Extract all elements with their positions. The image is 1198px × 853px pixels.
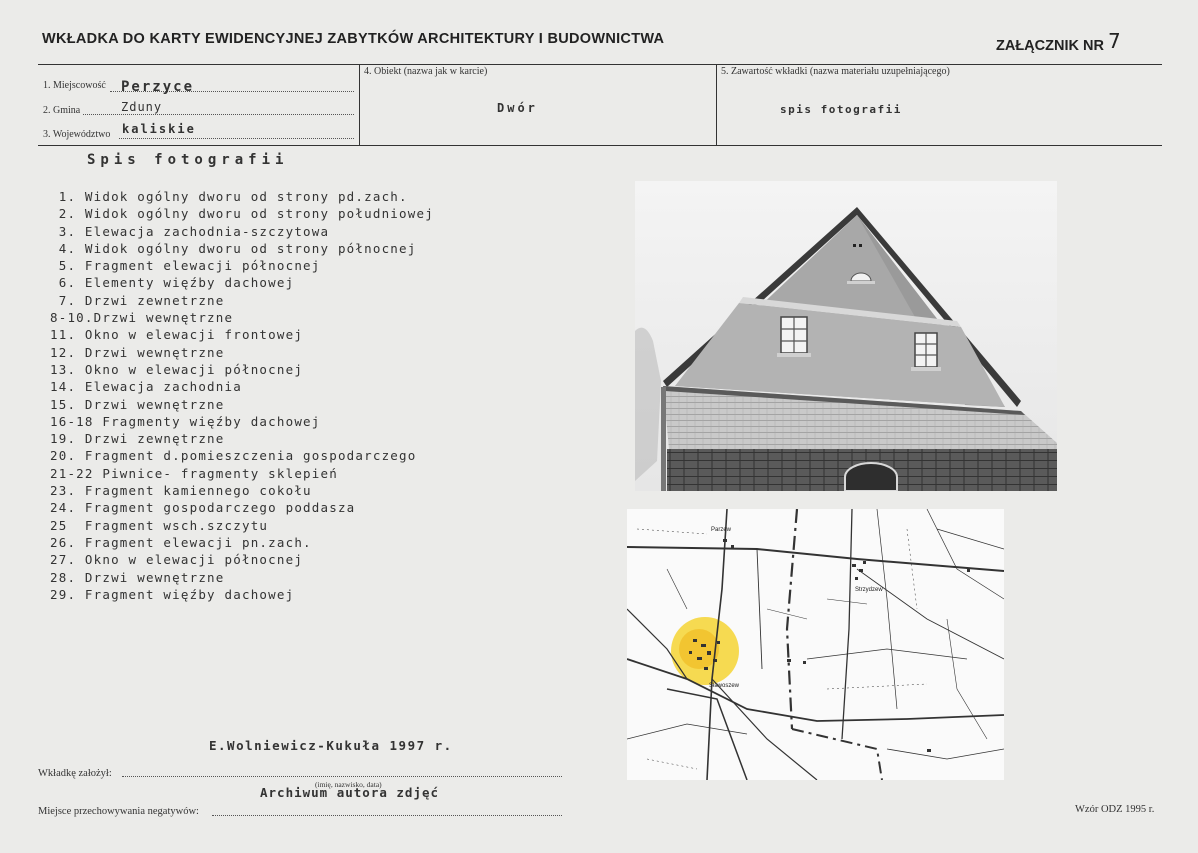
document-title: WKŁADKA DO KARTY EWIDENCYJNEJ ZABYTKÓW A… <box>42 31 665 47</box>
document-sheet: WKŁADKA DO KARTY EWIDENCYJNEJ ZABYTKÓW A… <box>0 0 1198 853</box>
field-voivodeship-label: 3. Województwo <box>43 129 111 140</box>
location-map: Parzew Sławoszew Strzydzew <box>627 509 1004 780</box>
field-locality-label: 1. Miejscowość <box>43 80 106 91</box>
author-signature: E.Wolniewicz-Kukuła 1997 r. <box>209 738 453 753</box>
list-item: 15. Drzwi wewnętrzne <box>50 396 225 412</box>
table-top-rule <box>38 64 1162 65</box>
map-label-top: Parzew <box>711 527 732 533</box>
list-item: 28. Drzwi wewnętrzne <box>50 569 225 585</box>
field-content-label: 5. Zawartość wkładki (nazwa materiału uz… <box>721 66 950 77</box>
attachment-number: 7 <box>1107 29 1121 53</box>
list-item: 1. Widok ogólny dworu od strony pd.zach. <box>50 189 408 204</box>
list-item: 23. Fragment kamiennego cokołu <box>50 483 312 499</box>
list-item: 26. Fragment elewacji pn.zach. <box>50 534 312 550</box>
list-item: 20. Fragment d.pomieszczenia gospodarcze… <box>50 448 417 464</box>
table-divider-1 <box>359 64 360 145</box>
list-title: Spis fotografii <box>87 152 289 168</box>
manor-gable-drawing <box>635 181 1057 491</box>
attachment-text: ZAŁĄCZNIK NR <box>996 38 1104 54</box>
list-item: 6. Elementy więźby dachowej <box>50 275 295 291</box>
list-item: 25 Fragment wsch.szczytu <box>50 517 269 533</box>
photo-list: 1. Widok ogólny dworu od strony pd.zach.… <box>50 188 434 603</box>
topographic-map-drawing: Parzew Sławoszew Strzydzew <box>627 509 1004 780</box>
field-voivodeship-value: kaliskie <box>122 122 196 136</box>
manor-photo <box>635 181 1057 491</box>
field-object-value: Dwór <box>497 101 538 115</box>
map-label-east: Strzydzew <box>855 587 883 593</box>
list-item: 14. Elewacja zachodnia <box>50 379 242 395</box>
list-item: 11. Okno w elewacji frontowej <box>50 327 304 343</box>
list-item: 8-10.Drzwi wewnętrzne <box>50 310 234 326</box>
field-commune-line <box>83 114 354 115</box>
list-item: 29. Fragment więźby dachowej <box>50 586 295 602</box>
field-object-label: 4. Obiekt (nazwa jak w karcie) <box>364 66 488 77</box>
field-commune-label: 2. Gmina <box>43 105 81 116</box>
field-voivodeship-line <box>119 138 354 139</box>
list-item: 16-18 Fragmenty więźby dachowej <box>50 413 321 429</box>
list-item: 7. Drzwi zewnetrzne <box>50 292 225 308</box>
list-item: 3. Elewacja zachodnia-szczytowa <box>50 223 330 239</box>
list-item: 24. Fragment gospodarczego poddasza <box>50 500 356 516</box>
created-by-label: Wkładkę założył: <box>38 768 112 779</box>
field-commune-value: Zduny <box>121 100 163 114</box>
list-item: 19. Drzwi zewnętrzne <box>50 431 225 447</box>
list-item: 21-22 Piwnice- fragmenty sklepień <box>50 465 338 481</box>
list-item: 13. Okno w elewacji północnej <box>50 361 304 377</box>
list-item: 12. Drzwi wewnętrzne <box>50 344 225 360</box>
list-item: 5. Fragment elewacji północnej <box>50 258 321 274</box>
list-item: 27. Okno w elewacji północnej <box>50 552 304 568</box>
negatives-location-label: Miejsce przechowywania negatywów: <box>38 806 199 817</box>
created-by-line <box>122 776 562 777</box>
attachment-label: ZAŁĄCZNIK NR 7 <box>996 29 1121 55</box>
negatives-location-value: Archiwum autora zdjęć <box>260 785 440 800</box>
list-item: 4. Widok ogólny dworu od strony północne… <box>50 240 417 256</box>
map-label-town: Sławoszew <box>709 683 740 689</box>
field-content-value: spis fotografii <box>780 103 902 116</box>
table-divider-2 <box>716 64 717 145</box>
negatives-location-line <box>212 815 562 816</box>
list-item: 2. Widok ogólny dworu od strony południo… <box>50 206 434 222</box>
form-code: Wzór ODZ 1995 r. <box>1075 804 1155 815</box>
table-bottom-rule <box>38 145 1162 146</box>
field-locality-value: Perzyce <box>121 79 195 95</box>
